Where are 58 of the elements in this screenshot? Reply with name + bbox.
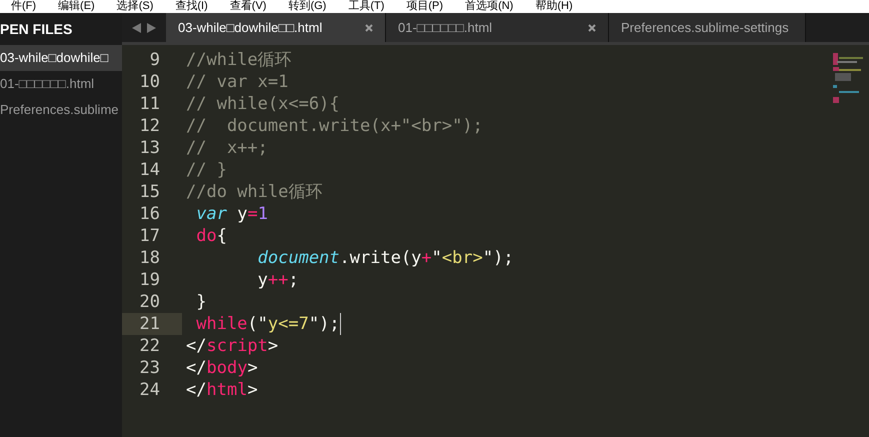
line-number: 19 [140,270,160,290]
sidebar-title: PEN FILES [0,20,74,38]
minimap-drawing [833,53,865,105]
line-number: 17 [140,226,160,246]
left-arrow-icon[interactable] [132,22,141,32]
menu-item[interactable]: 首选项(N) [454,0,524,13]
code-line: // while(x<=6){ [186,93,340,115]
code-line: do{ [195,225,227,247]
menu-item[interactable]: 选择(S) [106,0,164,13]
menu-item[interactable]: 帮助(H) [524,0,584,13]
line-number: 23 [140,358,160,378]
tab[interactable]: 01-□□□□□□.html [386,13,609,42]
menu-item[interactable]: 工具(T) [337,0,396,13]
right-arrow-icon[interactable] [147,22,156,32]
text-cursor [340,313,341,335]
sidebar-item[interactable]: 03-while□dowhile□ [0,45,122,71]
code-line: // document.write(x+"<br>"); [186,115,483,137]
line-number: 21 [140,314,160,334]
close-icon[interactable] [588,24,596,32]
tab[interactable]: 03-while□dowhile□□.html [166,13,386,42]
line-number: 14 [140,160,160,180]
tab[interactable]: Preferences.sublime-settings [609,13,806,42]
line-number: 20 [140,292,160,312]
tab-label: Preferences.sublime-settings [621,18,789,37]
line-number: 12 [140,116,160,136]
menu-item[interactable]: 查找(I) [164,0,219,13]
line-number: 13 [140,138,160,158]
code-line: while("y<=7"); [195,313,340,335]
code-line: </body> [186,357,258,379]
menu-item[interactable]: 件(F) [0,0,48,13]
code-line: var y=1 [195,203,268,225]
code-line: document.write(y+"<br>"); [256,247,514,269]
tab-label: 01-□□□□□□.html [398,18,492,37]
code-line: // } [186,159,227,181]
code-line: </html> [186,379,258,401]
menu-item[interactable]: 转到(G) [277,0,338,13]
menu-item[interactable]: 项目(P) [395,0,454,13]
line-number: 10 [140,72,160,92]
sidebar-item[interactable]: 01-□□□□□□.html [0,71,122,97]
line-number: 15 [140,182,160,202]
menu-item[interactable]: 编辑(E) [47,0,106,13]
code-line: //while循环 [186,49,292,71]
code-line: //do while循环 [186,181,322,203]
menu-item[interactable]: 查看(V) [218,0,278,13]
tab-label: 03-while□dowhile□□.html [178,18,322,37]
code-line: y++; [256,269,299,291]
line-number: 24 [140,380,160,400]
sidebar-item[interactable]: Preferences.sublime [0,97,122,123]
line-number: 16 [140,204,160,224]
line-number: 18 [140,248,160,268]
code-line: // var x=1 [186,71,288,93]
close-icon[interactable] [365,24,373,32]
code-line: </script> [186,335,278,357]
code-line: // x++; [186,137,268,159]
line-number: 11 [140,94,160,114]
code-line: } [195,291,206,313]
line-number: 22 [140,336,160,356]
line-number: 9 [150,50,160,70]
